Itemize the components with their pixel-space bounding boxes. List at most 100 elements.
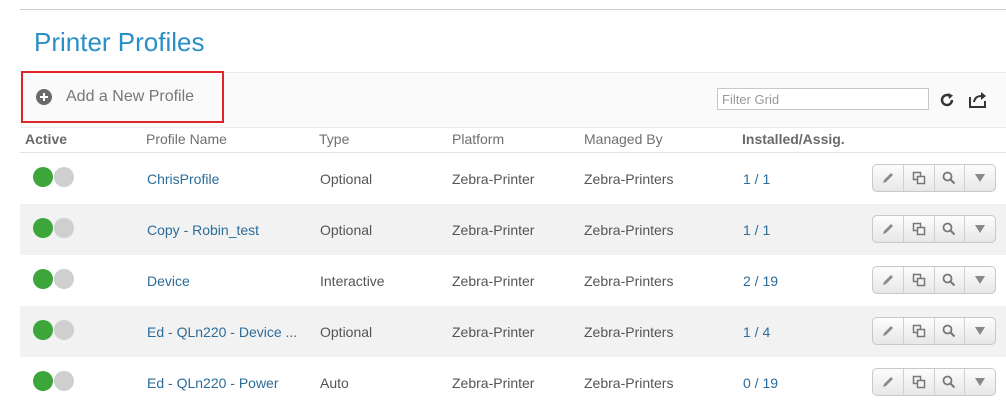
caret-down-icon [975,327,986,335]
add-profile-button[interactable]: Add a New Profile [36,88,194,106]
row-actions [872,317,996,345]
table-row[interactable]: Ed - QLn220 - Device ... Optional Zebra-… [20,306,1006,357]
copy-icon [912,273,925,287]
profile-installed-count[interactable]: 1 / 4 [743,324,770,340]
export-icon[interactable] [968,91,988,109]
pencil-icon [882,326,893,336]
active-off-dot [54,167,74,187]
profile-installed-count[interactable]: 0 / 19 [743,375,778,391]
active-off-dot [54,269,74,289]
row-actions [872,215,996,243]
caret-down-icon [975,225,986,233]
active-on-dot [33,371,53,391]
caret-down-icon [975,378,986,386]
more-dropdown-button[interactable] [965,165,995,191]
profile-name-link[interactable]: Ed - QLn220 - Device ... [147,324,297,340]
active-off-dot [54,218,74,238]
profile-managed-by: Zebra-Printers [584,222,674,238]
more-dropdown-button[interactable] [965,318,995,344]
more-dropdown-button[interactable] [965,267,995,293]
profile-name-link[interactable]: Ed - QLn220 - Power [147,375,279,391]
active-on-dot [33,269,53,289]
magnifier-icon [942,375,956,389]
active-off-dot [54,320,74,340]
edit-button[interactable] [873,267,904,293]
profile-type: Optional [320,324,373,340]
profile-name-link[interactable]: Device [147,273,190,289]
profile-managed-by: Zebra-Printers [584,273,674,289]
copy-button[interactable] [904,267,935,293]
pencil-icon [882,224,893,234]
pencil-icon [882,173,893,183]
profile-platform: Zebra-Printer [452,375,535,391]
copy-button[interactable] [904,318,935,344]
active-on-dot [33,320,53,340]
plus-circle-icon [36,89,52,105]
active-toggle[interactable] [33,167,77,187]
profile-platform: Zebra-Printer [452,222,535,238]
table-row[interactable]: ChrisProfile Optional Zebra-Printer Zebr… [20,153,1006,204]
column-header-managed-by[interactable]: Managed By [584,131,663,147]
active-on-dot [33,167,53,187]
page-title: Printer Profiles [34,27,205,57]
edit-button[interactable] [873,216,904,242]
more-dropdown-button[interactable] [965,216,995,242]
profile-type: Interactive [320,273,385,289]
view-button[interactable] [935,369,966,395]
profile-managed-by: Zebra-Printers [584,324,674,340]
copy-icon [912,324,925,338]
column-header-profile-name[interactable]: Profile Name [146,131,227,147]
profile-managed-by: Zebra-Printers [584,375,674,391]
edit-button[interactable] [873,318,904,344]
profile-platform: Zebra-Printer [452,324,535,340]
view-button[interactable] [935,267,966,293]
active-toggle[interactable] [33,218,77,238]
filter-grid-input[interactable] [717,88,929,110]
refresh-icon[interactable] [938,91,956,109]
profile-type: Optional [320,171,373,187]
profile-platform: Zebra-Printer [452,171,535,187]
active-toggle[interactable] [33,371,77,391]
active-off-dot [54,371,74,391]
profile-name-link[interactable]: Copy - Robin_test [147,222,259,238]
profile-managed-by: Zebra-Printers [584,171,674,187]
table-row[interactable]: Device Interactive Zebra-Printer Zebra-P… [20,255,1006,306]
view-button[interactable] [935,165,966,191]
edit-button[interactable] [873,165,904,191]
profile-installed-count[interactable]: 1 / 1 [743,222,770,238]
copy-button[interactable] [904,216,935,242]
copy-button[interactable] [904,369,935,395]
profile-name-link[interactable]: ChrisProfile [147,171,219,187]
add-profile-label: Add a New Profile [66,88,195,105]
edit-button[interactable] [873,369,904,395]
row-actions [872,266,996,294]
copy-icon [912,171,925,185]
column-header-type[interactable]: Type [319,131,349,147]
pencil-icon [882,275,893,285]
more-dropdown-button[interactable] [965,369,995,395]
active-toggle[interactable] [33,269,77,289]
column-header-active[interactable]: Active [25,131,67,147]
profile-installed-count[interactable]: 1 / 1 [743,171,770,187]
view-button[interactable] [935,318,966,344]
profile-type: Auto [320,375,349,391]
caret-down-icon [975,174,986,182]
copy-button[interactable] [904,165,935,191]
magnifier-icon [942,222,956,236]
caret-down-icon [975,276,986,284]
pencil-icon [882,377,893,387]
copy-icon [912,375,925,389]
magnifier-icon [942,273,956,287]
profile-installed-count[interactable]: 2 / 19 [743,273,778,289]
row-actions [872,368,996,396]
table-row[interactable]: Ed - QLn220 - Power Auto Zebra-Printer Z… [20,357,1006,408]
view-button[interactable] [935,216,966,242]
table-row[interactable]: Copy - Robin_test Optional Zebra-Printer… [20,204,1006,255]
active-on-dot [33,218,53,238]
column-header-installed[interactable]: Installed/Assig. [742,131,845,147]
top-divider [20,9,1006,10]
active-toggle[interactable] [33,320,77,340]
row-actions [872,164,996,192]
profile-type: Optional [320,222,373,238]
column-header-platform[interactable]: Platform [452,131,504,147]
